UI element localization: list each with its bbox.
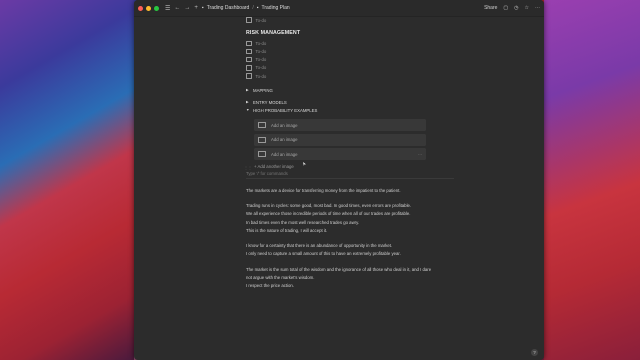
favorite-star-icon[interactable]: ☆ <box>525 5 529 11</box>
add-page-icon[interactable]: + <box>194 5 198 11</box>
add-another-image-button[interactable]: + Add another image <box>254 163 436 170</box>
image-icon <box>258 151 266 158</box>
breadcrumb-trading-dashboard[interactable]: ▪ Trading Dashboard <box>202 5 249 11</box>
desktop-wallpaper-right <box>544 0 640 360</box>
text-line: We all experience those incredible perio… <box>246 211 411 217</box>
todo-item: To-do <box>246 56 436 64</box>
todo-item: To-do <box>246 72 436 80</box>
todo-checkbox[interactable] <box>246 56 252 63</box>
breadcrumb-label: Trading Plan <box>261 5 290 11</box>
titlebar: ☰ ← → + ▪ Trading Dashboard / ▪ Trading … <box>134 0 544 17</box>
expanded-triangle-icon[interactable]: ▼ <box>246 108 250 112</box>
share-button[interactable]: Share <box>484 5 497 11</box>
zoom-window-button[interactable] <box>154 5 159 11</box>
sidebar-toggle-icon[interactable]: ☰ <box>165 5 170 12</box>
todo-label[interactable]: To-do <box>256 49 267 54</box>
text-line: I respect the price action. <box>246 283 295 289</box>
image-icon <box>258 136 266 143</box>
todo-label[interactable]: To-do <box>256 18 267 23</box>
page-icon: ▪ <box>256 5 259 11</box>
image-placeholder[interactable]: Add an image ⋯ <box>254 148 426 161</box>
todo-checkbox[interactable] <box>246 40 252 47</box>
breadcrumb-trading-plan[interactable]: ▪ Trading Plan <box>257 5 290 11</box>
paragraph-block[interactable]: I know for a certainty that there is an … <box>246 242 436 259</box>
todo-label[interactable]: To-do <box>256 41 267 46</box>
breadcrumb-separator: / <box>252 5 254 11</box>
page-icon: ▪ <box>201 5 204 11</box>
todo-label[interactable]: To-do <box>256 57 267 62</box>
text-line: I know for a certainty that there is an … <box>246 243 393 249</box>
more-options-icon[interactable]: ⋯ <box>535 5 540 11</box>
text-line: The markets are a device for transferrin… <box>246 187 401 193</box>
toggle-label: HIGH PROBABILITY EXAMPLES <box>253 107 318 113</box>
text-line: In bad times even the most well research… <box>246 219 360 225</box>
todo-item: To-do <box>246 16 436 24</box>
drag-handle-icon[interactable]: ⋮⋮ <box>244 165 252 170</box>
command-input[interactable]: Type '/' for commands <box>246 170 454 179</box>
comments-icon[interactable]: ▢ <box>503 5 508 11</box>
help-button[interactable]: ? <box>531 349 538 356</box>
image-placeholder-label: Add an image <box>271 137 298 143</box>
todo-item: To-do <box>246 39 436 47</box>
toggle-label: ENTRY MODELS <box>253 99 287 105</box>
minimize-window-button[interactable] <box>146 5 151 11</box>
image-placeholder-label: Add an image <box>271 122 298 128</box>
image-placeholder[interactable]: Add an image <box>254 119 426 132</box>
image-placeholder-label: Add an image <box>271 151 298 157</box>
breadcrumb-label: Trading Dashboard <box>206 5 250 11</box>
collapsed-triangle-icon[interactable]: ▶ <box>246 88 249 92</box>
image-placeholder[interactable]: Add an image <box>254 133 426 146</box>
todo-checkbox[interactable] <box>246 73 252 79</box>
toggle-mapping[interactable]: ▶ MAPPING <box>246 86 436 94</box>
image-icon <box>258 122 266 129</box>
toggle-entry-models[interactable]: ▶ ENTRY MODELS <box>246 98 436 106</box>
desktop-wallpaper-left <box>0 0 134 360</box>
text-line: This is the nature of trading, I will ac… <box>246 227 328 233</box>
text-line: Trading runs in cycles: some good, most … <box>246 202 412 208</box>
todo-checkbox[interactable] <box>246 17 252 23</box>
toggle-label: MAPPING <box>253 87 273 93</box>
collapsed-triangle-icon[interactable]: ▶ <box>246 100 249 104</box>
todo-checkbox[interactable] <box>246 48 252 55</box>
forward-arrow-icon[interactable]: → <box>184 5 190 11</box>
todo-checkbox[interactable] <box>246 65 252 71</box>
more-options-icon[interactable]: ⋯ <box>418 152 422 157</box>
paragraph-block[interactable]: The markets are a device for transferrin… <box>246 187 436 195</box>
risk-management-heading[interactable]: RISK MANAGEMENT <box>246 30 436 36</box>
updates-clock-icon[interactable]: ◷ <box>514 5 518 11</box>
titlebar-actions: Share ▢ ◷ ☆ ⋯ <box>484 5 540 11</box>
text-line: I only need to capture a small amount of… <box>246 251 401 257</box>
todo-label[interactable]: To-do <box>256 74 267 79</box>
app-window: ☰ ← → + ▪ Trading Dashboard / ▪ Trading … <box>134 0 544 360</box>
text-line: not argue with the market's wisdom. <box>246 275 315 280</box>
text-line: The market is the sum total of the wisdo… <box>246 266 432 272</box>
todo-item: To-do <box>246 64 436 72</box>
close-window-button[interactable] <box>138 5 143 11</box>
back-arrow-icon[interactable]: ← <box>174 5 180 11</box>
page-content: To-do RISK MANAGEMENT To-do To-do To-do … <box>246 16 454 291</box>
paragraph-block[interactable]: The market is the sum total of the wisdo… <box>246 266 436 291</box>
window-controls <box>138 5 159 11</box>
todo-label[interactable]: To-do <box>256 65 267 70</box>
toggle-high-probability-examples[interactable]: ▼ HIGH PROBABILITY EXAMPLES <box>246 106 436 114</box>
todo-item: To-do <box>246 47 436 55</box>
paragraph-block[interactable]: Trading runs in cycles: some good, most … <box>246 202 436 235</box>
